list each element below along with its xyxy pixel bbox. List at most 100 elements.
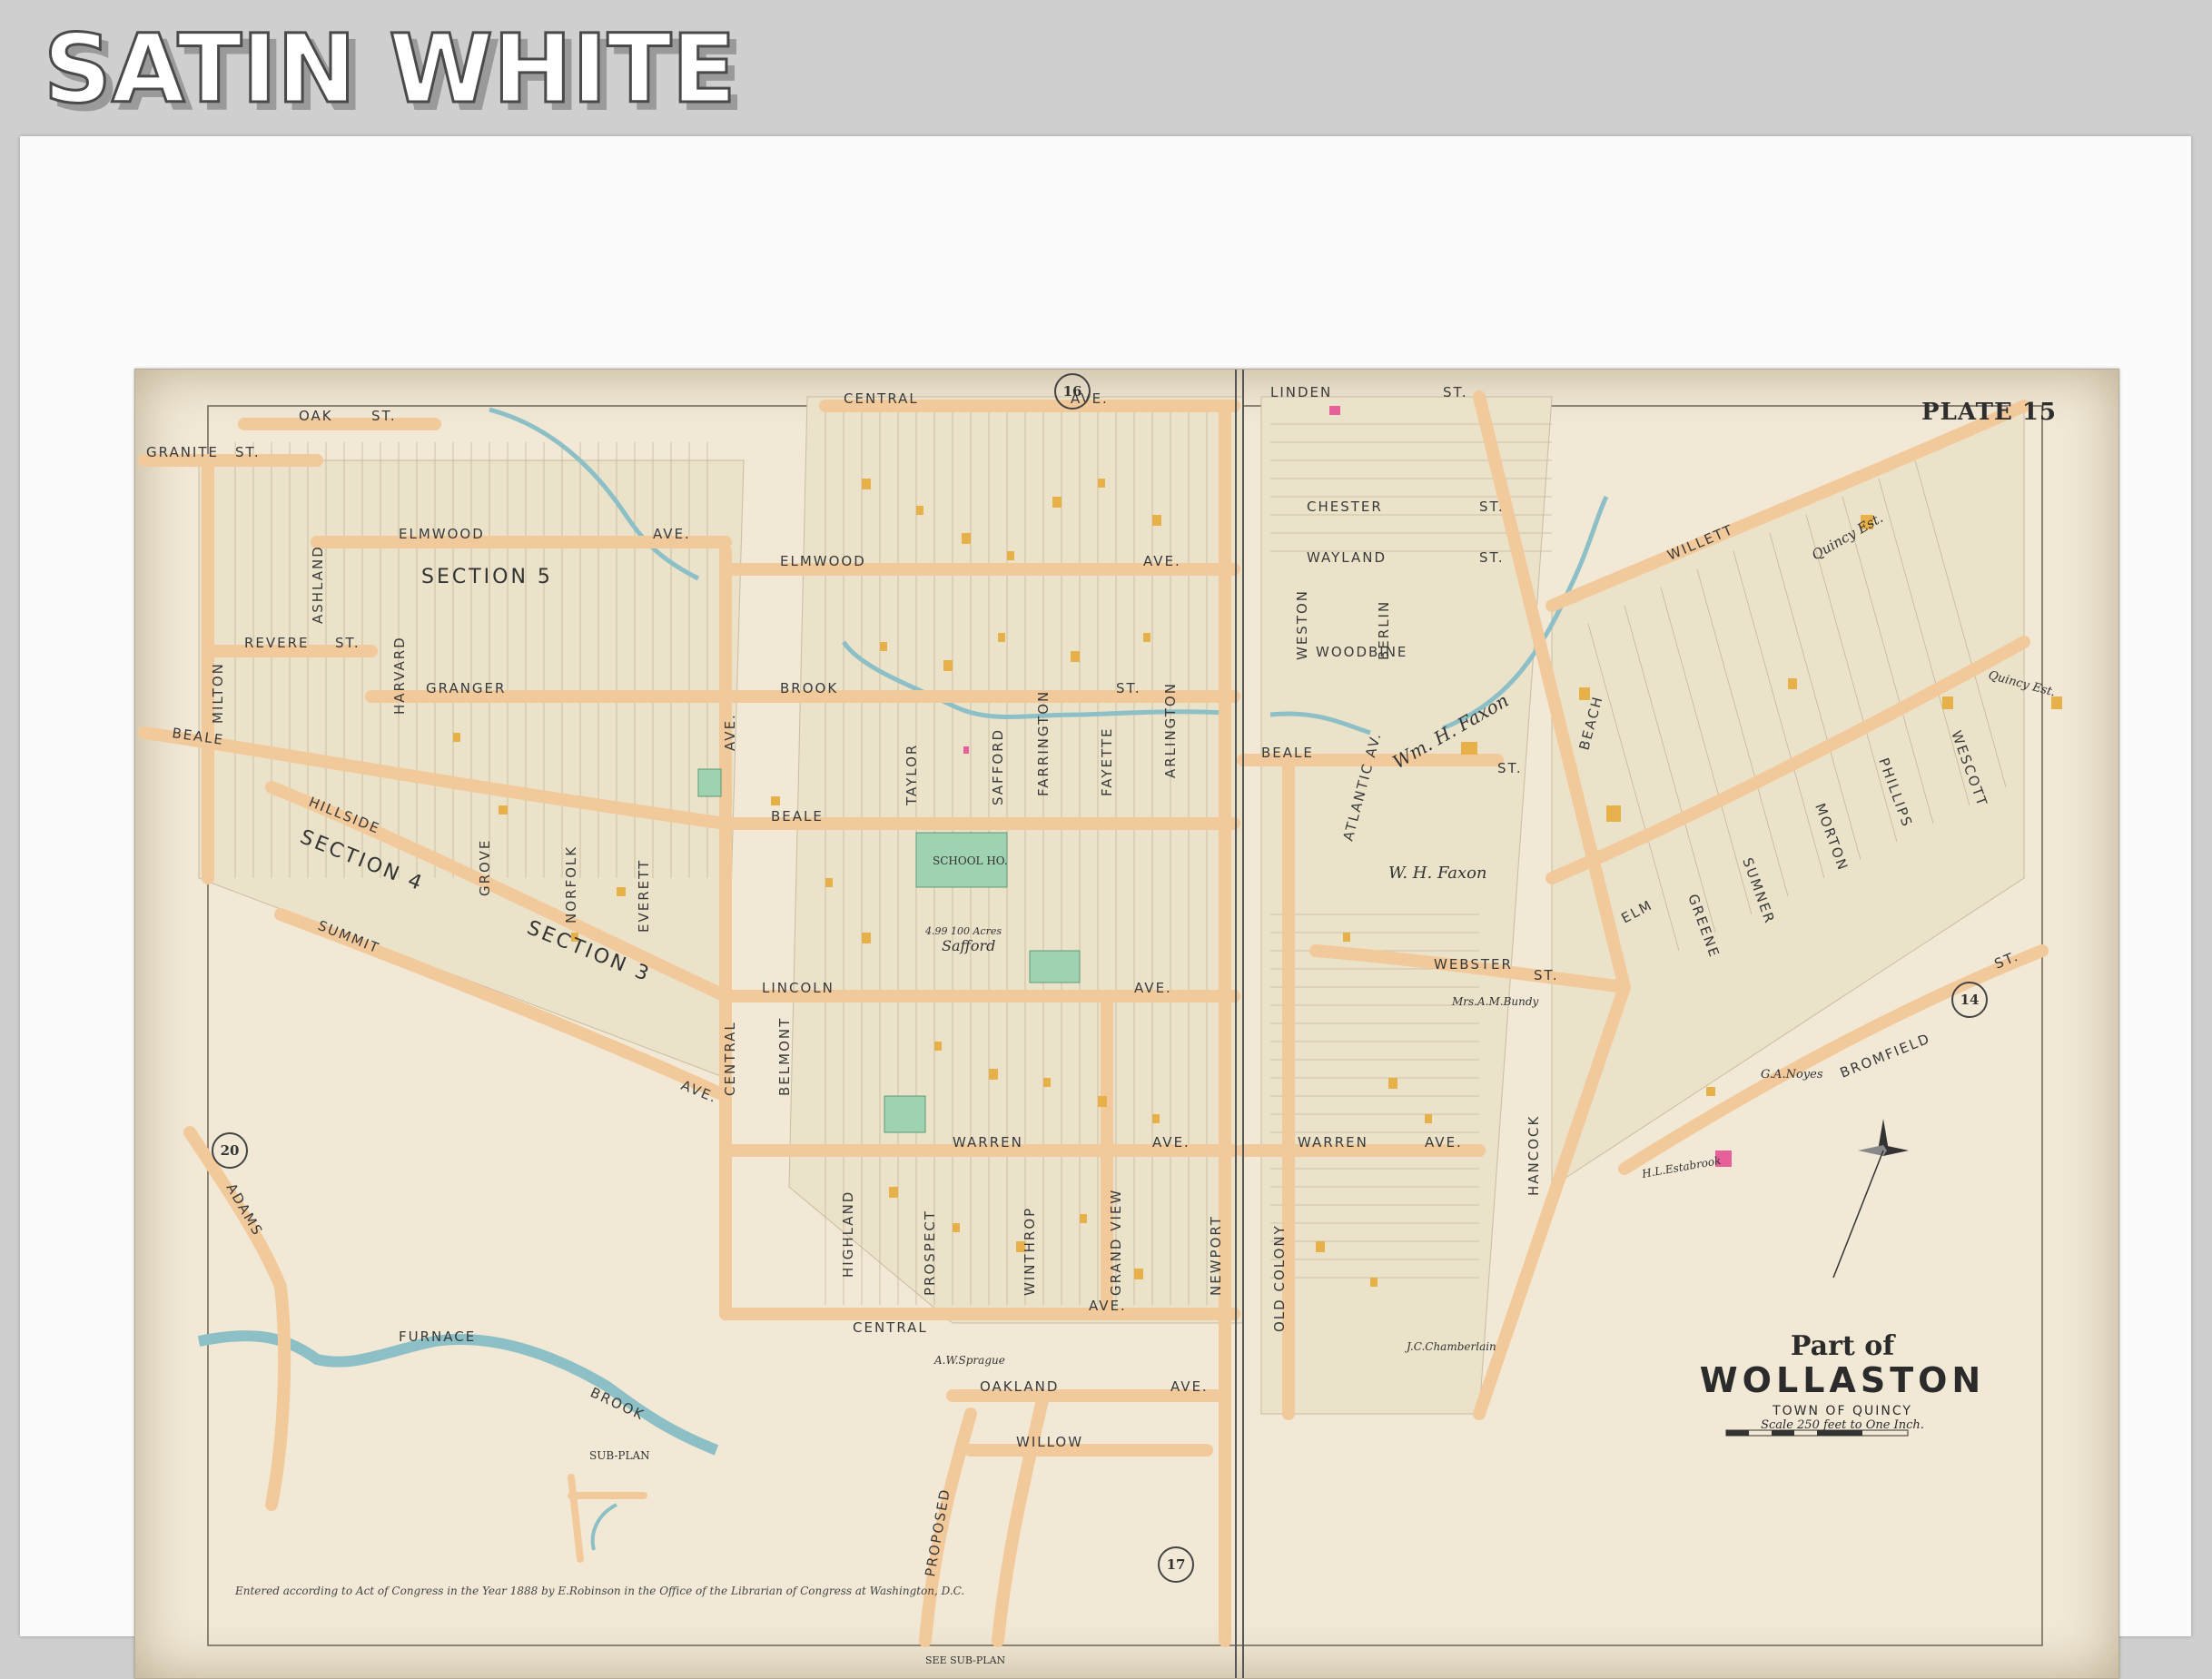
- baptist-church-lot: [884, 1095, 926, 1133]
- street-label-revere-st: ST.: [335, 635, 360, 651]
- street-label-central-bottom: CENTRAL: [853, 1319, 928, 1336]
- street-label-brook-st: ST.: [1116, 680, 1141, 696]
- pink-lot-linden: [1329, 406, 1340, 415]
- building: [1052, 497, 1062, 508]
- street-label-linden: LINDEN: [1270, 384, 1332, 400]
- street-label-oakland: OAKLAND: [980, 1378, 1059, 1395]
- street-label-safford: SAFFORD: [990, 728, 1006, 805]
- building: [825, 878, 833, 887]
- building: [1706, 1087, 1715, 1096]
- street-label-old-colony: OLD COLONY: [1271, 1224, 1288, 1332]
- street-label-chester-st: ST.: [1479, 499, 1505, 515]
- building: [1316, 1241, 1325, 1252]
- subplan-brook: [590, 1503, 617, 1551]
- adjoining-plate-14: 14: [1951, 982, 1988, 1018]
- street-label-warren-ave: AVE.: [1152, 1134, 1190, 1151]
- pink-lot-center: [963, 746, 969, 754]
- street-label-warren-east-ave: AVE.: [1425, 1134, 1463, 1151]
- building: [499, 805, 508, 815]
- adjoining-plate-20: 20: [212, 1132, 248, 1169]
- street-label-granger: GRANGER: [426, 680, 506, 696]
- street-label-central-side-ave: AVE.: [722, 713, 738, 751]
- church-lot: [1029, 950, 1081, 983]
- street-label-wayland: WAYLAND: [1307, 549, 1387, 566]
- building: [998, 633, 1005, 642]
- compass-rose: [1832, 1119, 1909, 1279]
- map-title-block: Part of WOLLASTON TOWN OF QUINCY Scale 2…: [1652, 1330, 2033, 1432]
- acres-label: 4.99 100 Acres: [924, 925, 1002, 937]
- building: [889, 1187, 898, 1198]
- building: [1606, 805, 1621, 822]
- building: [880, 642, 887, 651]
- lot-area-center: [788, 396, 1244, 1324]
- street-label-grand-view: GRAND VIEW: [1108, 1189, 1124, 1296]
- street-label-oak: OAK: [299, 408, 333, 424]
- street-label-elmwood-east-ave: AVE.: [1143, 553, 1181, 569]
- building: [962, 533, 971, 544]
- building: [862, 479, 871, 489]
- banner-title: SATIN WHITE SATIN WHITE: [43, 15, 745, 125]
- subplan-label: SUB-PLAN: [589, 1449, 650, 1462]
- noyes-label: G.A.Noyes: [1761, 1068, 1823, 1081]
- chamberlain-label: J.C.Chamberlain: [1404, 1340, 1496, 1353]
- street-label-milton: MILTON: [210, 662, 226, 724]
- street-label-wayland-st: ST.: [1479, 549, 1505, 566]
- street-label-oakland-ave: AVE.: [1170, 1378, 1209, 1395]
- street-label-oak-st: ST.: [371, 408, 397, 424]
- street-label-central-top: CENTRAL: [844, 390, 919, 407]
- street-label-belmont: BELMONT: [776, 1017, 793, 1096]
- building: [1134, 1269, 1143, 1279]
- street-label-webster: WEBSTER: [1434, 956, 1513, 973]
- street-label-linden-st: ST.: [1443, 384, 1468, 400]
- title-place: WOLLASTON: [1699, 1360, 1986, 1400]
- map-print: CENTRAL AVE. LINDEN ST. OAK ST. GRANITE …: [134, 369, 2119, 1679]
- plate-number: PLATE 15: [1921, 399, 2057, 426]
- street-label-arlington: ARLINGTON: [1162, 682, 1179, 778]
- building: [1071, 651, 1080, 662]
- street-label-granite: GRANITE: [146, 444, 219, 460]
- street-label-granite-st: ST.: [235, 444, 261, 460]
- building: [1343, 933, 1350, 942]
- street-label-elmwood-east: ELMWOOD: [780, 553, 866, 569]
- school-label: SCHOOL HO.: [933, 854, 1008, 867]
- street-label-revere: REVERE: [244, 635, 310, 651]
- building: [1425, 1114, 1432, 1123]
- building: [1098, 1096, 1107, 1107]
- street-label-adams: ADAMS: [223, 1180, 267, 1239]
- street-label-farrington: FARRINGTON: [1035, 690, 1052, 796]
- street-label-brook: BROOK: [780, 680, 838, 696]
- street-label-harvard: HARVARD: [391, 636, 408, 715]
- street-label-lincoln-ave: AVE.: [1134, 980, 1172, 996]
- faxon-2-label: W. H. Faxon: [1388, 864, 1487, 883]
- mat-board: CENTRAL AVE. LINDEN ST. OAK ST. GRANITE …: [20, 136, 2191, 1679]
- street-label-beale-east-st: ST.: [1497, 760, 1523, 776]
- bundy-label: Mrs.A.M.Bundy: [1451, 995, 1539, 1008]
- street-label-furnace: FURNACE: [399, 1328, 476, 1345]
- street-label-webster-st: ST.: [1534, 967, 1559, 983]
- street-label-berlin: BERLIN: [1376, 600, 1392, 660]
- sprague-label: A.W.Sprague: [933, 1354, 1005, 1367]
- lot-area-east: [1260, 396, 1553, 1415]
- street-label-fayette: FAYETTE: [1099, 726, 1115, 796]
- building: [862, 933, 871, 943]
- street-label-prospect: PROSPECT: [922, 1210, 938, 1296]
- street-label-hancock: HANCOCK: [1526, 1115, 1542, 1196]
- title-town: TOWN OF QUINCY: [1773, 1404, 1912, 1418]
- street-label-willow: WILLOW: [1016, 1434, 1083, 1450]
- building: [1080, 1214, 1087, 1223]
- building: [1152, 1114, 1160, 1123]
- street-label-beale-center: BEALE: [771, 808, 824, 825]
- street-label-lincoln: LINCOLN: [762, 980, 834, 996]
- building: [1461, 742, 1477, 755]
- building: [1370, 1278, 1378, 1287]
- street-label-warren: WARREN: [953, 1134, 1023, 1151]
- building: [771, 796, 780, 805]
- building: [1152, 515, 1161, 526]
- road-subplan-a: [568, 1474, 647, 1563]
- map-canvas: CENTRAL AVE. LINDEN ST. OAK ST. GRANITE …: [138, 370, 2062, 1678]
- road-oakland-south: [992, 1389, 1050, 1647]
- building: [453, 733, 460, 742]
- adjoining-plate-16: 16: [1054, 373, 1091, 410]
- street-label-taylor: TAYLOR: [904, 744, 920, 806]
- building: [1388, 1078, 1397, 1089]
